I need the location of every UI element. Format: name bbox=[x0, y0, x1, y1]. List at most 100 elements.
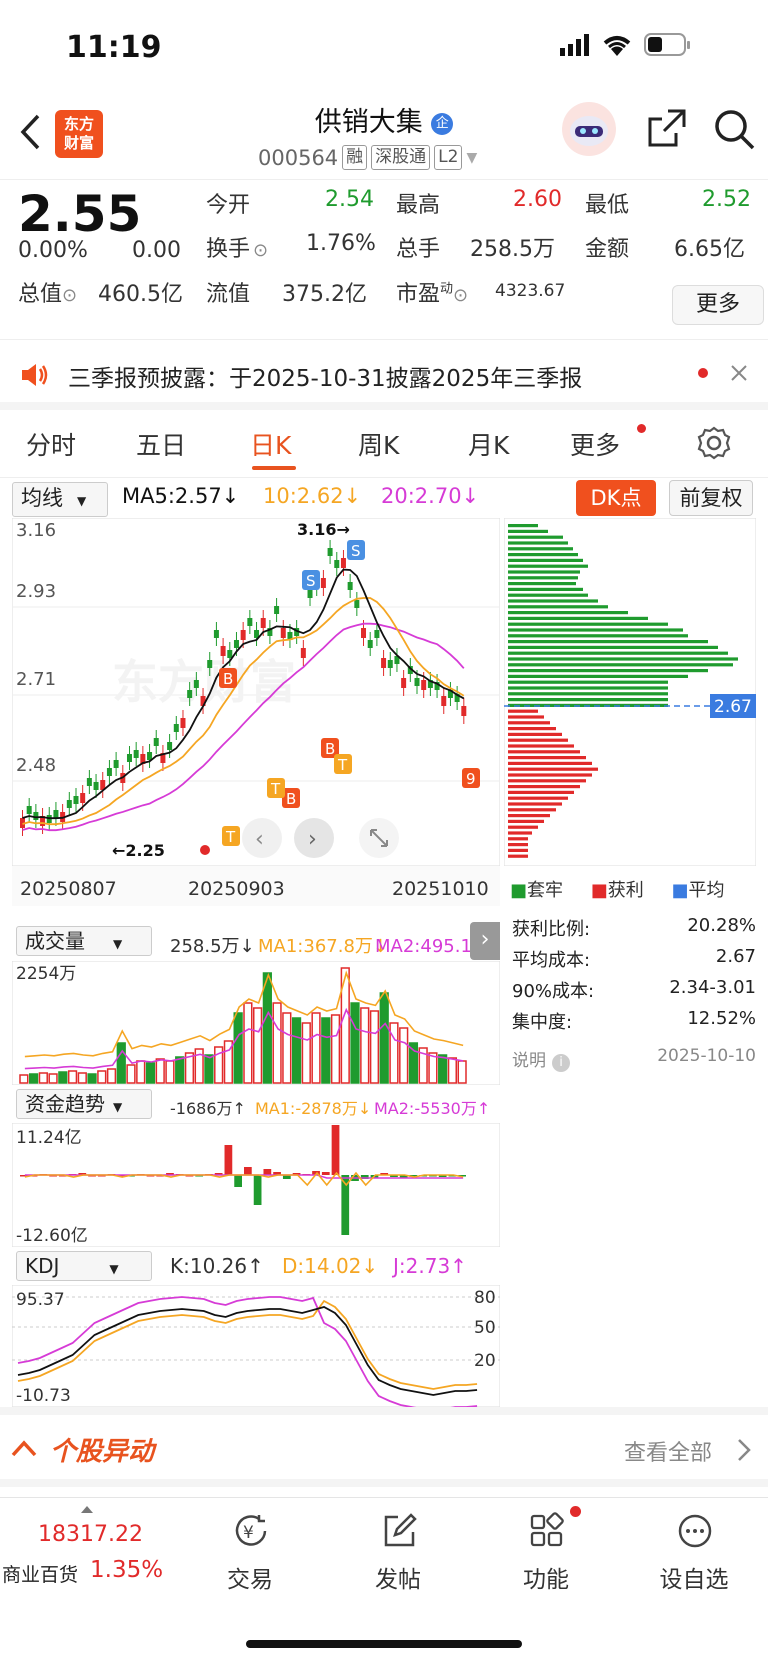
chip-bar bbox=[508, 576, 578, 580]
volume-bar bbox=[350, 1002, 360, 1084]
pe-label: 市盈动⊙ bbox=[396, 276, 468, 308]
candle bbox=[374, 630, 380, 638]
more-button[interactable]: 更多 bbox=[672, 285, 764, 325]
pe-label-text: 市盈 bbox=[396, 282, 441, 307]
volume-bar bbox=[369, 1010, 380, 1084]
tab-daily-k[interactable]: 日K bbox=[250, 426, 291, 462]
chip-row: 集中度: 12.52% bbox=[512, 1008, 756, 1039]
volume-bar bbox=[301, 1022, 311, 1084]
volume-bar bbox=[311, 1012, 321, 1084]
chip-note[interactable]: 说明 i 2025-10-10 bbox=[512, 1039, 756, 1072]
chip-bar bbox=[508, 541, 568, 545]
prev-icon[interactable]: ‹ bbox=[255, 827, 264, 852]
adjust-button[interactable]: 前复权 bbox=[669, 480, 753, 516]
tab-intraday[interactable]: 分时 bbox=[26, 426, 76, 462]
chip-bar bbox=[508, 825, 538, 829]
nav-post-label: 发帖 bbox=[375, 1567, 421, 1593]
functions-dot bbox=[570, 1506, 581, 1517]
float-value: 375.2亿 bbox=[282, 282, 367, 307]
candle bbox=[340, 558, 346, 568]
chip-bar bbox=[508, 796, 568, 800]
volume-bar bbox=[48, 1073, 58, 1084]
fund-bar bbox=[263, 1169, 272, 1175]
candle bbox=[187, 690, 193, 698]
tab-five-day[interactable]: 五日 bbox=[136, 426, 186, 462]
nav-add-watchlist-label: 设自选 bbox=[659, 1567, 729, 1593]
chip-bar bbox=[508, 837, 528, 841]
chip-bar bbox=[508, 634, 688, 638]
chip-bar bbox=[508, 721, 550, 725]
info-icon[interactable]: ⊙ bbox=[253, 240, 268, 261]
fund-indicator-select[interactable]: 资金趋势 ▼ bbox=[16, 1089, 152, 1119]
chip-bar bbox=[508, 715, 544, 719]
stock-anomaly-section[interactable]: 个股异动 查看全部 bbox=[0, 1407, 768, 1487]
volume-indicator-value: 成交量 bbox=[25, 929, 85, 953]
dk-point-button[interactable]: DK点 bbox=[576, 480, 656, 516]
low-marker: ←2.25 bbox=[112, 841, 165, 860]
mcap-label-text: 总值 bbox=[18, 282, 63, 307]
volume-bar bbox=[165, 1060, 175, 1084]
chip-bar bbox=[508, 547, 573, 551]
volume-bar bbox=[77, 1072, 87, 1084]
chip-stats: 获利比例: 20.28% 平均成本: 2.67 90%成本: 2.34-3.01 集中… bbox=[512, 915, 756, 1072]
dropdown-icon: ▼ bbox=[109, 1262, 119, 1276]
index-ticker[interactable]: 18317.22 商业百货 1.35% bbox=[0, 1498, 176, 1598]
fund-ymin: -12.60亿 bbox=[16, 1226, 88, 1246]
candle bbox=[441, 696, 447, 706]
svg-text:S: S bbox=[351, 542, 361, 560]
indicator-select[interactable]: 均线 ▼ bbox=[12, 482, 108, 517]
nav-functions-label: 功能 bbox=[523, 1567, 569, 1593]
chip-bar bbox=[508, 750, 580, 754]
kline-toolbar: 均线 ▼ MA5:2.57↓ 10:2.62↓ 20:2.70↓ DK点 前复权 bbox=[0, 478, 768, 518]
candle bbox=[93, 782, 99, 790]
index-name: 商业百货 bbox=[2, 1564, 79, 1586]
kdj-indicator-select[interactable]: KDJ ▼ bbox=[16, 1251, 152, 1281]
low-value: 2.52 bbox=[702, 187, 751, 212]
svg-text:B: B bbox=[325, 740, 335, 758]
candle bbox=[180, 718, 186, 728]
notice-bar[interactable]: 三季报预披露：于2025-10-31披露2025年三季报 bbox=[0, 340, 768, 410]
candle bbox=[33, 812, 39, 820]
candle bbox=[354, 600, 360, 608]
chip-bar bbox=[508, 727, 556, 731]
kline-chart[interactable]: 东方财富 3.16 2.93 2.71 2.48 3.16→ ←2.25 S S… bbox=[12, 518, 500, 866]
candle bbox=[193, 680, 199, 688]
volume-bar bbox=[457, 1060, 467, 1084]
mcap-label: 总值⊙ bbox=[18, 276, 77, 308]
chip-bar bbox=[508, 558, 583, 562]
collapse-arrow-icon[interactable]: › bbox=[470, 922, 500, 960]
chevron-right-icon[interactable] bbox=[736, 1437, 752, 1463]
kdj-chart: 95.37 -10.73 80 50 20 bbox=[12, 1285, 500, 1407]
bottom-nav: 18317.22 商业百货 1.35% ¥ 交易 发帖 功能 设自选 bbox=[0, 1497, 768, 1663]
share-icon[interactable] bbox=[646, 107, 688, 149]
volume-bar bbox=[126, 1064, 136, 1084]
candle bbox=[280, 628, 286, 638]
chip-bar bbox=[508, 773, 592, 777]
volume-indicator-select[interactable]: 成交量 ▼ bbox=[16, 926, 152, 956]
settings-icon[interactable] bbox=[697, 426, 731, 460]
info-icon[interactable]: ⊙ bbox=[62, 285, 77, 306]
chip-bar bbox=[508, 524, 538, 528]
tab-more[interactable]: 更多 bbox=[570, 426, 620, 462]
legend-profit: 获利 bbox=[607, 880, 644, 901]
pe-value: 4323.67 bbox=[495, 281, 566, 301]
tab-weekly-k[interactable]: 周K bbox=[358, 426, 399, 462]
view-all-link[interactable]: 查看全部 bbox=[624, 1435, 712, 1467]
volume-bar bbox=[379, 992, 389, 1084]
indicator-select-value: 均线 bbox=[21, 486, 63, 510]
search-icon[interactable] bbox=[712, 107, 756, 151]
svg-text:T: T bbox=[270, 780, 281, 798]
tab-monthly-k[interactable]: 月K bbox=[468, 426, 509, 462]
chip-bar bbox=[508, 761, 592, 765]
y-label-4: 2.48 bbox=[16, 755, 56, 776]
ma5-value: MA5:2.57↓ bbox=[122, 484, 240, 508]
assistant-avatar-icon[interactable] bbox=[560, 100, 618, 158]
info-icon[interactable]: ⊙ bbox=[453, 285, 468, 306]
expand-icon[interactable]: ▼ bbox=[466, 150, 477, 166]
close-icon[interactable] bbox=[730, 364, 748, 382]
dropdown-icon: ▼ bbox=[113, 937, 123, 951]
y-label-top: 3.16 bbox=[16, 520, 56, 541]
volume-bar bbox=[272, 1002, 282, 1084]
next-icon[interactable]: › bbox=[308, 827, 317, 852]
candle bbox=[320, 578, 326, 588]
